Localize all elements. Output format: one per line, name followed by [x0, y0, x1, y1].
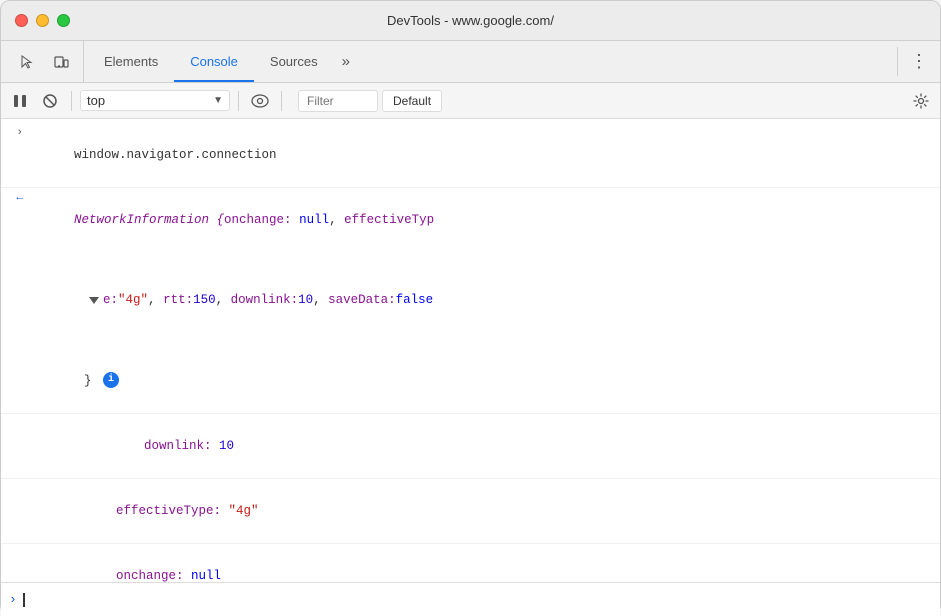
filter-input[interactable]: [298, 90, 378, 112]
prompt-icon: ›: [9, 592, 17, 607]
console-input-line: › window.navigator.connection: [1, 123, 940, 188]
output-arrow-icon: ←: [16, 192, 23, 204]
tab-elements[interactable]: Elements: [88, 41, 174, 82]
tab-console[interactable]: Console: [174, 41, 254, 82]
filter-area: Default: [298, 90, 904, 112]
context-selector[interactable]: top ▼: [80, 90, 230, 111]
property-content-downlink: downlink: 10: [57, 416, 936, 476]
console-input-bar: ›: [1, 582, 940, 616]
maximize-button[interactable]: [57, 14, 70, 27]
property-gutter-3: [1, 546, 29, 548]
cursor-icon[interactable]: [13, 48, 41, 76]
input-cursor: [23, 593, 25, 607]
execute-icon[interactable]: [7, 88, 33, 114]
info-badge[interactable]: i: [103, 372, 119, 388]
property-gutter-2: [1, 481, 29, 483]
toolbar-divider-2: [238, 91, 239, 111]
tab-sources[interactable]: Sources: [254, 41, 334, 82]
default-filter-button[interactable]: Default: [382, 90, 442, 112]
toolbar-icons: [5, 41, 84, 82]
main-toolbar: Elements Console Sources » ⋮: [1, 41, 940, 83]
window-title: DevTools - www.google.com/: [387, 13, 554, 28]
toolbar-divider-3: [281, 91, 282, 111]
eye-icon[interactable]: [247, 88, 273, 114]
property-content-onchange: onchange: null: [29, 546, 936, 583]
property-gutter: [29, 416, 57, 418]
property-content-effectivetype: effectiveType: "4g": [29, 481, 936, 541]
expand-arrow-icon[interactable]: [89, 297, 99, 304]
property-effectivetype: effectiveType: "4g": [1, 479, 940, 544]
more-tabs-button[interactable]: »: [334, 41, 358, 82]
toolbar-divider: [897, 47, 898, 76]
titlebar: DevTools - www.google.com/: [1, 1, 940, 41]
output-content-1: NetworkInformation {onchange: null, effe…: [29, 190, 936, 411]
context-label: top: [87, 93, 209, 108]
window-controls: [15, 14, 70, 27]
close-button[interactable]: [15, 14, 28, 27]
input-expression: window.navigator.connection: [29, 125, 936, 185]
minimize-button[interactable]: [36, 14, 49, 27]
console-output: › window.navigator.connection ← NetworkI…: [1, 119, 940, 582]
toolbar-divider-1: [71, 91, 72, 111]
property-onchange: onchange: null: [1, 544, 940, 583]
output-gutter: ←: [1, 190, 29, 204]
chevron-down-icon: ▼: [213, 95, 223, 106]
toolbar-tabs: Elements Console Sources »: [88, 41, 893, 82]
input-gutter: ›: [1, 125, 29, 139]
device-icon[interactable]: [47, 48, 75, 76]
property-downlink: downlink: 10: [1, 414, 940, 479]
console-toolbar: top ▼ Default: [1, 83, 940, 119]
settings-icon[interactable]: [908, 88, 934, 114]
clear-errors-icon[interactable]: [37, 88, 63, 114]
input-arrow-icon: ›: [16, 127, 23, 139]
console-output-line-1: ← NetworkInformation {onchange: null, ef…: [1, 188, 940, 414]
devtools-menu-button[interactable]: ⋮: [902, 41, 936, 82]
